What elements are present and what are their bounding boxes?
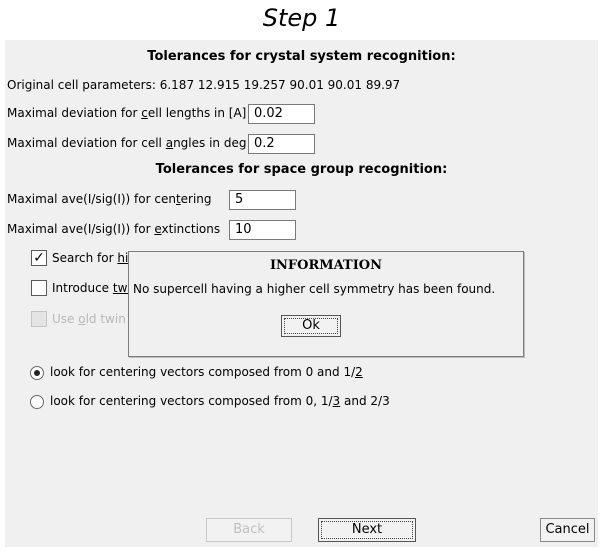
use-old-twin-label: Use old twin s (52, 312, 136, 326)
cell-lengths-deviation-input[interactable]: 0.02 (248, 104, 315, 124)
dialog-message: No supercell having a higher cell symmet… (133, 282, 496, 296)
extinctions-label: Maximal ave(I/sig(I)) for extinctions (7, 222, 221, 236)
original-cell-label-text: Original cell parameters: (7, 78, 156, 92)
introduce-twin-checkbox[interactable] (31, 280, 47, 296)
spacegroup-tolerances-heading: Tolerances for space group recognition: (155, 162, 448, 177)
introduce-twin-label: Introduce twi (52, 281, 131, 295)
centering-half-label: look for centering vectors composed from… (50, 365, 363, 379)
ok-button[interactable]: Ok (281, 315, 341, 337)
centering-third-label: look for centering vectors composed from… (50, 394, 390, 408)
extinctions-threshold-input[interactable]: 10 (229, 220, 296, 240)
centering-label: Maximal ave(I/sig(I)) for centering (7, 192, 212, 206)
step-title: Step 1 (262, 4, 341, 32)
next-button[interactable]: Next (318, 518, 416, 542)
search-higher-symmetry-label: Search for hig (52, 251, 136, 265)
cell-angles-label: Maximal deviation for cell angles in deg (7, 136, 247, 150)
cancel-button[interactable]: Cancel (540, 518, 595, 542)
search-higher-symmetry-checkbox[interactable]: ✓ (31, 250, 47, 266)
original-cell-values: 6.187 12.915 19.257 90.01 90.01 89.97 (159, 78, 401, 92)
use-old-twin-checkbox (31, 311, 47, 327)
original-cell-label: Original cell parameters: 6.187 12.915 1… (7, 78, 400, 92)
crystal-tolerances-heading: Tolerances for crystal system recognitio… (147, 49, 456, 64)
cell-angles-deviation-input[interactable]: 0.2 (248, 134, 315, 154)
back-button[interactable]: Back (206, 518, 292, 542)
centering-half-radio[interactable] (30, 366, 44, 380)
radio-selected-dot (34, 370, 40, 376)
centering-threshold-input[interactable]: 5 (229, 190, 296, 210)
dialog-title: INFORMATION (269, 258, 383, 273)
information-dialog: INFORMATION No supercell having a higher… (128, 251, 524, 357)
centering-third-radio[interactable] (30, 395, 44, 409)
cell-lengths-label: Maximal deviation for cell lengths in [A… (7, 106, 247, 120)
